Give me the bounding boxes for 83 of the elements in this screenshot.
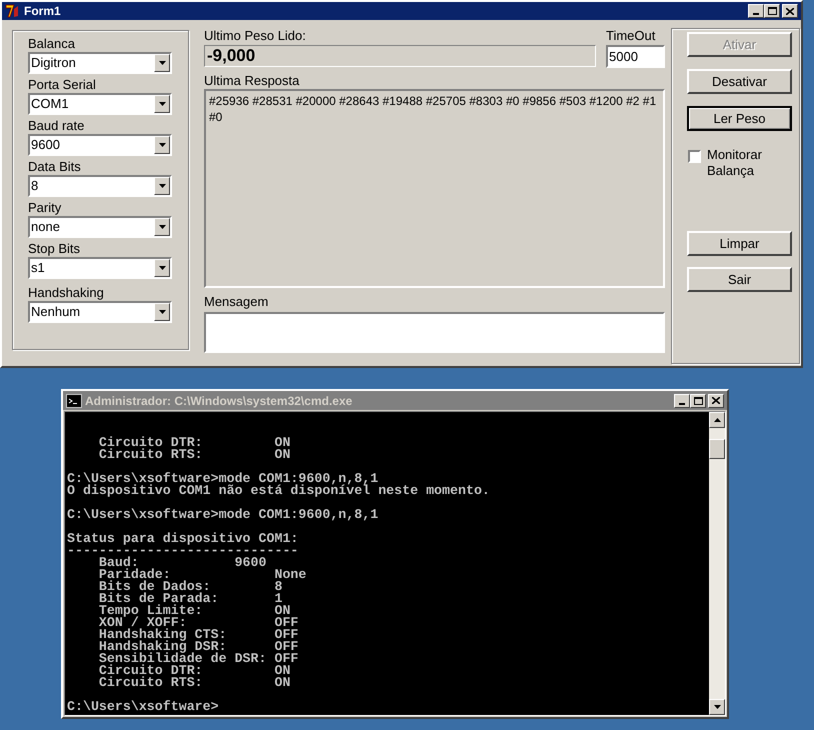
app-logo-icon xyxy=(5,3,21,19)
action-button[interactable]: Desativar xyxy=(687,69,792,94)
field-label: Parity xyxy=(28,200,62,216)
window-title: Form1 xyxy=(24,3,62,20)
caret-icon xyxy=(158,61,166,65)
field-label: TimeOut xyxy=(606,28,656,44)
scroll-thumb[interactable] xyxy=(709,438,725,458)
caret-icon xyxy=(158,143,166,147)
field-label: Data Bits xyxy=(28,159,82,175)
timeout-field[interactable]: 5000 xyxy=(606,45,665,68)
maximize-icon xyxy=(694,396,702,404)
field-label: Porta Serial xyxy=(28,77,97,93)
dropdown-button[interactable] xyxy=(154,259,170,277)
console-line: Circuito RTS: ON xyxy=(98,677,290,689)
console-line: Baud: 9600 xyxy=(98,557,266,569)
console-line: C:\Users\xsoftware>mode COM1:9600,n,8,1 xyxy=(67,509,378,521)
caret-icon xyxy=(158,184,166,188)
close-icon xyxy=(786,8,794,14)
console-line: Handshaking CTS: OFF xyxy=(98,629,298,641)
caret-icon xyxy=(158,266,166,270)
close-button[interactable] xyxy=(782,4,798,18)
console-line: ----------------------------- xyxy=(67,545,298,557)
dropdown[interactable]: s1 xyxy=(28,257,172,279)
weight-display: -9,000 xyxy=(204,45,596,67)
dropdown-button[interactable] xyxy=(154,136,170,154)
dropdown-button[interactable] xyxy=(154,177,170,195)
console-line: Circuito DTR: ON xyxy=(98,665,290,677)
message-field[interactable] xyxy=(204,312,665,353)
console-line: Circuito RTS: ON xyxy=(98,449,290,461)
window-title: Administrador: C:\Windows\system32\cmd.exe xyxy=(85,392,354,410)
dropdown-button[interactable] xyxy=(154,303,170,321)
console-line: Circuito DTR: ON xyxy=(98,437,290,449)
caret-icon xyxy=(158,102,166,106)
dropdown[interactable]: Digitron xyxy=(28,52,172,74)
console-line: O dispositivo COM1 não está disponível neste momento. xyxy=(67,485,490,497)
field-label: Mensagem xyxy=(204,294,270,310)
action-button[interactable]: Ler Peso xyxy=(687,106,792,131)
console-line: C:\Users\xsoftware> xyxy=(67,701,219,713)
field-label: Ultimo Peso Lido: xyxy=(204,28,307,44)
minimize-button[interactable] xyxy=(674,394,690,408)
dropdown[interactable]: Nenhum xyxy=(28,301,172,323)
minimize-icon xyxy=(753,13,759,15)
checkbox-label: Monitorar Balança xyxy=(707,147,763,179)
maximize-button[interactable] xyxy=(690,394,706,408)
scrollbar[interactable] xyxy=(709,412,725,715)
dropdown[interactable]: COM1 xyxy=(28,93,172,115)
minimize-button[interactable] xyxy=(748,4,764,18)
field-label: Baud rate xyxy=(28,118,86,134)
maximize-button[interactable] xyxy=(764,4,780,18)
scroll-up-button[interactable] xyxy=(709,412,725,428)
close-icon xyxy=(712,397,720,404)
checkbox[interactable] xyxy=(688,150,701,163)
console-line: Bits de Parada: 1 xyxy=(98,593,282,605)
console-line: Bits de Dados: 8 xyxy=(98,581,282,593)
console-line: Status para dispositivo COM1: xyxy=(67,533,298,545)
field-label: Balanca xyxy=(28,36,76,52)
minimize-icon xyxy=(679,402,685,404)
dropdown[interactable]: none xyxy=(28,216,172,238)
action-button[interactable]: Sair xyxy=(687,267,792,292)
caret-icon xyxy=(158,225,166,229)
console-line: XON / XOFF: OFF xyxy=(98,617,298,629)
field-label: Ultima Resposta xyxy=(204,73,300,89)
dropdown-button[interactable] xyxy=(154,95,170,113)
console-icon xyxy=(66,394,82,408)
console-line: Tempo Limite: ON xyxy=(98,605,290,617)
console-line: C:\Users\xsoftware>mode COM1:9600,n,8,1 xyxy=(67,473,378,485)
dropdown[interactable]: 9600 xyxy=(28,134,172,156)
field-label: Handshaking xyxy=(28,285,105,301)
console-line: Sensibilidade de DSR: OFF xyxy=(98,653,298,665)
up-arrow-icon xyxy=(714,418,720,422)
console-line: Paridade: None xyxy=(98,569,306,581)
action-button[interactable]: Limpar xyxy=(687,231,792,256)
console-line: Handshaking DSR: OFF xyxy=(98,641,298,653)
dropdown[interactable]: 8 xyxy=(28,175,172,197)
dropdown-button[interactable] xyxy=(154,54,170,72)
field-label: Stop Bits xyxy=(28,241,82,257)
maximize-icon xyxy=(768,7,776,15)
dropdown-button[interactable] xyxy=(154,218,170,236)
scroll-down-button[interactable] xyxy=(709,699,725,715)
close-button[interactable] xyxy=(708,394,724,408)
down-arrow-icon xyxy=(714,705,720,709)
caret-icon xyxy=(158,310,166,314)
response-memo[interactable]: #25936 #28531 #20000 #28643 #19488 #25705 #8303 #0 #9856 #503 #1200 #2 #1 #0 xyxy=(204,89,665,288)
